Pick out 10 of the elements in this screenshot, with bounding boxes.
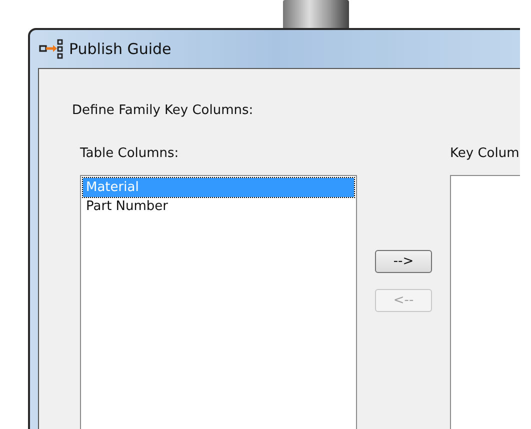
section-heading: Define Family Key Columns: — [72, 103, 254, 118]
cylinder-drawing — [283, 0, 349, 28]
list-box[interactable] — [450, 175, 520, 429]
list-label: Key Colum — [450, 146, 520, 163]
move-button[interactable]: --> — [375, 250, 432, 273]
list-item[interactable]: Part Number — [83, 197, 354, 216]
list-box[interactable]: Material Part Number — [80, 175, 357, 429]
window-title: Publish Guide — [69, 40, 172, 58]
publish-icon — [39, 39, 63, 59]
list-label: Table Columns: — [80, 146, 180, 163]
